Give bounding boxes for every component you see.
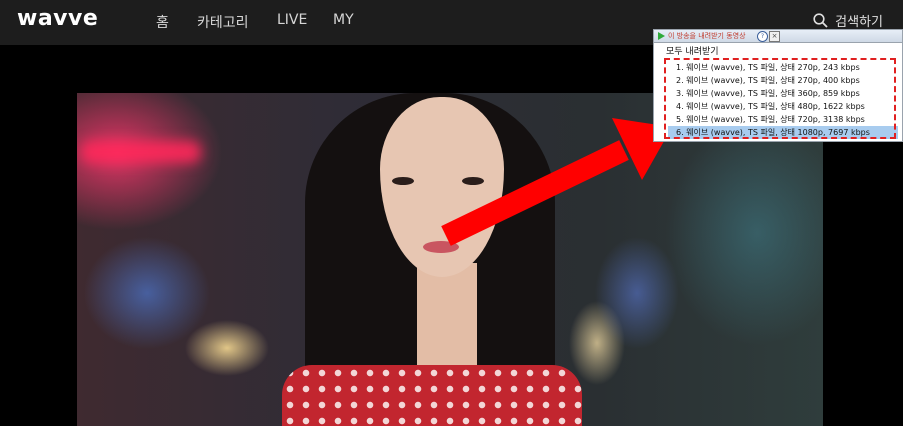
search-button[interactable]: 검색하기	[813, 11, 883, 30]
download-option[interactable]: 5. 웨이브 (wavve), TS 파일, 상태 720p, 3138 kbp…	[668, 113, 898, 126]
download-option[interactable]: 1. 웨이브 (wavve), TS 파일, 상태 270p, 243 kbps	[668, 61, 898, 74]
download-option[interactable]: 2. 웨이브 (wavve), TS 파일, 상태 270p, 400 kbps	[668, 74, 898, 87]
wavve-logo[interactable]: wavve	[17, 6, 98, 31]
close-icon[interactable]: ×	[769, 31, 780, 42]
video-player[interactable]	[77, 93, 823, 426]
video-subject-lips	[423, 241, 459, 253]
video-subject-eye	[392, 177, 414, 185]
play-icon	[658, 32, 665, 40]
popup-title: 이 방송을 내려받기 동영상	[668, 32, 746, 40]
nav-live[interactable]: LIVE	[277, 12, 307, 28]
download-option[interactable]: 3. 웨이브 (wavve), TS 파일, 상태 360p, 859 kbps	[668, 87, 898, 100]
download-option[interactable]: 4. 웨이브 (wavve), TS 파일, 상태 480p, 1622 kbp…	[668, 100, 898, 113]
video-subject-eye	[462, 177, 484, 185]
download-all-item[interactable]: 모두 내려받기	[666, 44, 719, 57]
search-icon	[813, 13, 828, 28]
download-popup-menu: 이 방송을 내려받기 동영상 ? × 모두 내려받기 1. 웨이브 (wavve…	[653, 29, 903, 142]
video-subject-neck	[417, 263, 477, 373]
nav-my[interactable]: MY	[333, 12, 354, 28]
search-label: 검색하기	[835, 15, 883, 30]
neon-sign	[81, 141, 201, 163]
popup-titlebar: 이 방송을 내려받기 동영상 ? ×	[654, 30, 902, 43]
help-icon[interactable]: ?	[757, 31, 768, 42]
download-option-selected[interactable]: 6. 웨이브 (wavve), TS 파일, 상태 1080p, 7697 kb…	[668, 126, 898, 139]
video-subject-dress	[282, 365, 582, 426]
download-options-list: 1. 웨이브 (wavve), TS 파일, 상태 270p, 243 kbps…	[668, 61, 898, 139]
nav-category[interactable]: 카테고리	[197, 12, 249, 32]
nav-home[interactable]: 홈	[156, 12, 169, 32]
